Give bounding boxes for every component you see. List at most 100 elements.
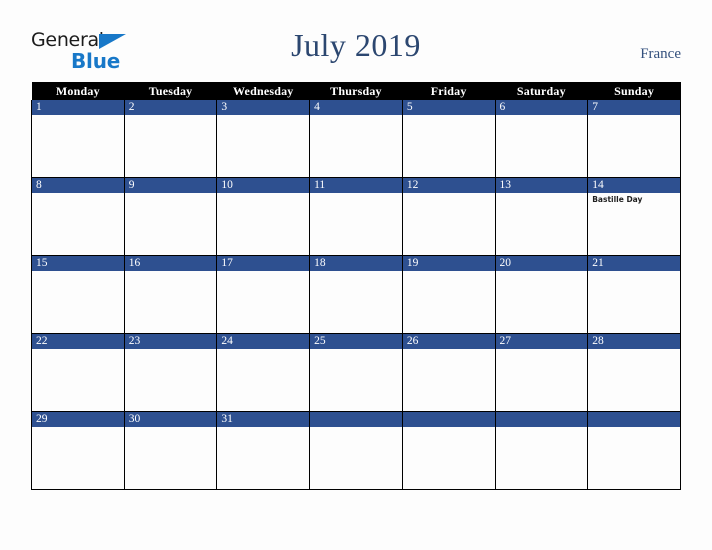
calendar-day-cell[interactable]: 11: [309, 177, 403, 256]
day-box: 28: [588, 334, 680, 411]
calendar-day-cell[interactable]: 19: [401, 255, 496, 334]
calendar-day-cell[interactable]: 29: [31, 411, 125, 490]
day-box: 24: [217, 334, 310, 411]
day-number: [310, 412, 402, 427]
day-box: 19: [402, 256, 495, 333]
calendar-day-cell[interactable]: 30: [123, 411, 218, 490]
day-number: 3: [217, 100, 310, 115]
day-box: 12: [402, 178, 495, 255]
day-number: [495, 412, 588, 427]
calendar-day-cell[interactable]: 26: [401, 333, 496, 412]
calendar-day-cell[interactable]: 22: [31, 333, 125, 412]
calendar-day-cell[interactable]: 2: [123, 100, 218, 178]
day-events: [496, 115, 588, 117]
calendar-day-cell[interactable]: 23: [123, 333, 218, 412]
day-events: [310, 427, 402, 429]
day-box: 22: [32, 334, 124, 411]
calendar-week-row: 29 30 31: [31, 411, 681, 490]
calendar-week-row: 15 16 17 18 19 20 21: [31, 255, 681, 334]
day-box: 21: [588, 256, 680, 333]
calendar-day-cell[interactable]: 20: [494, 255, 589, 334]
day-number: 20: [495, 256, 588, 271]
day-number: 7: [588, 100, 680, 115]
day-box: 2: [124, 100, 217, 177]
calendar-day-cell[interactable]: 13: [494, 177, 589, 256]
weekday-header-friday: Friday: [402, 82, 496, 100]
day-number: [588, 412, 680, 427]
day-box: 8: [32, 178, 124, 255]
calendar-body: 1 2 3 4 5 6 7 8 9 10 11 12 13 14 Bastille Day 15 16 17 18 1…: [31, 100, 681, 490]
weekday-header-row: Monday Tuesday Wednesday Thursday Friday…: [31, 82, 681, 100]
day-events: [588, 427, 680, 429]
page-title: July 2019: [291, 27, 421, 63]
calendar-day-cell[interactable]: 6: [494, 100, 589, 178]
day-box: 14 Bastille Day: [588, 178, 680, 255]
event-label: Bastille Day: [592, 195, 643, 204]
day-box: 29: [32, 412, 124, 489]
calendar-day-cell[interactable]: 16: [123, 255, 218, 334]
day-number: [402, 412, 495, 427]
calendar-day-cell[interactable]: 10: [216, 177, 311, 256]
day-events: [403, 271, 495, 273]
day-number: 10: [217, 178, 310, 193]
day-box: 3: [217, 100, 310, 177]
day-box: 13: [495, 178, 588, 255]
calendar-day-cell[interactable]: 28: [587, 333, 681, 412]
day-number: 11: [310, 178, 402, 193]
day-events: [496, 271, 588, 273]
weekday-header-monday: Monday: [31, 82, 125, 100]
calendar-day-cell[interactable]: 5: [401, 100, 496, 178]
day-number: 28: [588, 334, 680, 349]
calendar-day-cell[interactable]: 18: [309, 255, 403, 334]
day-events: [496, 193, 588, 195]
day-box: 17: [217, 256, 310, 333]
day-box: 20: [495, 256, 588, 333]
day-box: 31: [217, 412, 310, 489]
day-events: [217, 349, 309, 351]
calendar-day-cell[interactable]: [309, 411, 403, 490]
calendar-day-cell[interactable]: 14 Bastille Day: [587, 177, 681, 256]
day-events: [125, 271, 217, 273]
calendar-day-cell[interactable]: 27: [494, 333, 589, 412]
calendar-page: General Blue July 2019 France Monday Tue…: [0, 0, 712, 550]
calendar-day-cell[interactable]: [587, 411, 681, 490]
day-events: [32, 427, 124, 429]
day-events: [32, 349, 124, 351]
day-events: [32, 115, 124, 117]
day-box: [402, 412, 495, 489]
day-box: 16: [124, 256, 217, 333]
calendar-day-cell[interactable]: [401, 411, 496, 490]
calendar-grid: Monday Tuesday Wednesday Thursday Friday…: [31, 82, 681, 490]
calendar-day-cell[interactable]: 24: [216, 333, 311, 412]
calendar-day-cell[interactable]: 15: [31, 255, 125, 334]
calendar-day-cell[interactable]: 31: [216, 411, 311, 490]
day-number: 4: [310, 100, 402, 115]
day-events: [217, 271, 309, 273]
calendar-week-row: 1234567: [31, 100, 681, 178]
day-events: [125, 349, 217, 351]
day-number: 14: [588, 178, 680, 193]
day-number: 18: [310, 256, 402, 271]
day-number: 12: [402, 178, 495, 193]
calendar-day-cell[interactable]: 21: [587, 255, 681, 334]
weekday-header-wednesday: Wednesday: [216, 82, 310, 100]
calendar-day-cell[interactable]: 8: [31, 177, 125, 256]
day-events: [496, 427, 588, 429]
calendar-day-cell[interactable]: 1: [31, 100, 125, 178]
day-box: 7: [588, 100, 680, 177]
day-events: [125, 427, 217, 429]
calendar-day-cell[interactable]: 25: [309, 333, 403, 412]
day-events: [403, 427, 495, 429]
calendar-day-cell[interactable]: 4: [309, 100, 403, 178]
calendar-day-cell[interactable]: [494, 411, 589, 490]
calendar-day-cell[interactable]: 12: [401, 177, 496, 256]
calendar-day-cell[interactable]: 9: [123, 177, 218, 256]
calendar-week-row: 22 23 24 25 26 27 28: [31, 333, 681, 412]
calendar-day-cell[interactable]: 17: [216, 255, 311, 334]
day-box: 15: [32, 256, 124, 333]
day-events: [496, 349, 588, 351]
calendar-day-cell[interactable]: 7: [587, 100, 681, 178]
calendar-day-cell[interactable]: 3: [216, 100, 311, 178]
day-events: [310, 115, 402, 117]
day-box: 10: [217, 178, 310, 255]
